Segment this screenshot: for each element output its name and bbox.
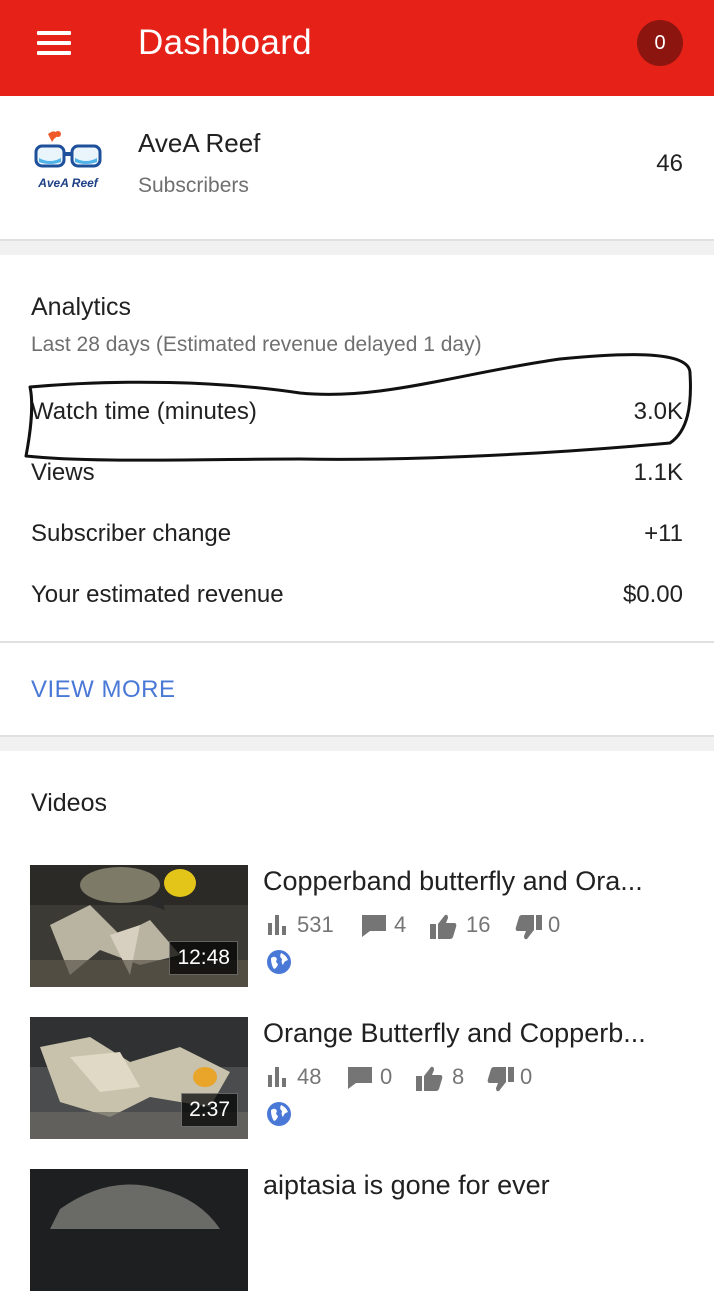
section-separator	[0, 239, 714, 255]
video-thumbnail[interactable]: 2:37	[30, 1017, 248, 1139]
views-count: 48	[297, 1064, 322, 1089]
channel-header[interactable]: AveA Reef AveA Reef Subscribers 46	[0, 96, 714, 240]
section-separator	[0, 735, 714, 751]
video-title[interactable]: Orange Butterfly and Copperb...	[263, 1018, 693, 1049]
comment-icon	[348, 1067, 372, 1089]
video-duration: 2:37	[181, 1093, 238, 1127]
views-count: 531	[297, 912, 334, 937]
metric-label: Your estimated revenue	[31, 581, 284, 608]
thumbs-up-icon	[430, 914, 457, 939]
bar-chart-icon	[268, 1067, 286, 1087]
metric-value: $0.00	[622, 581, 683, 608]
analytics-card: Analytics Last 28 days (Estimated revenu…	[0, 255, 714, 735]
thumbs-up-icon	[416, 1066, 443, 1091]
bar-chart-icon	[268, 915, 286, 935]
video-thumbnail[interactable]	[30, 1169, 248, 1291]
comment-icon	[362, 915, 386, 937]
video-title[interactable]: aiptasia is gone for ever	[263, 1170, 693, 1201]
likes-count: 16	[466, 912, 491, 937]
page-title: Dashboard	[138, 23, 312, 62]
dislikes-count: 0	[520, 1064, 533, 1089]
videos-title: Videos	[31, 789, 107, 817]
subscribers-label: Subscribers	[138, 174, 249, 197]
video-item[interactable]: aiptasia is gone for ever	[30, 1169, 690, 1291]
video-thumbnail[interactable]: 12:48	[30, 865, 248, 987]
view-more-link[interactable]: VIEW MORE	[31, 676, 176, 704]
video-duration: 12:48	[169, 941, 238, 975]
likes-count: 8	[452, 1064, 465, 1089]
public-globe-icon	[267, 950, 291, 974]
channel-logo: AveA Reef	[30, 128, 106, 190]
thumbs-down-icon	[515, 915, 542, 940]
notification-badge[interactable]: 0	[637, 20, 683, 66]
hamburger-menu-icon[interactable]	[37, 31, 71, 55]
metric-estimated-revenue: Your estimated revenue $0.00	[31, 581, 683, 621]
metric-subscriber-change: Subscriber change +11	[31, 520, 683, 560]
thumbs-down-icon	[487, 1067, 514, 1092]
metric-label: Subscriber change	[31, 520, 232, 547]
channel-name: AveA Reef	[138, 128, 261, 158]
public-globe-icon	[267, 1102, 291, 1126]
video-title[interactable]: Copperband butterfly and Ora...	[263, 866, 693, 897]
channel-logo-text: AveA Reef	[38, 176, 98, 190]
comments-count: 0	[380, 1064, 393, 1089]
video-item[interactable]: 12:48 Copperband butterfly and Ora... 53…	[30, 865, 690, 987]
app-bar: Dashboard 0	[0, 0, 714, 96]
videos-card: Videos 12:48 Copperband butterfly and Or…	[0, 751, 714, 1291]
metric-value: +11	[644, 520, 683, 547]
comments-count: 4	[394, 912, 407, 937]
hand-drawn-circle-annotation	[24, 353, 692, 462]
subscribers-count: 46	[656, 150, 683, 177]
video-item[interactable]: 2:37 Orange Butterfly and Copperb... 48 …	[30, 1017, 690, 1139]
divider	[0, 641, 714, 643]
dislikes-count: 0	[548, 912, 561, 937]
